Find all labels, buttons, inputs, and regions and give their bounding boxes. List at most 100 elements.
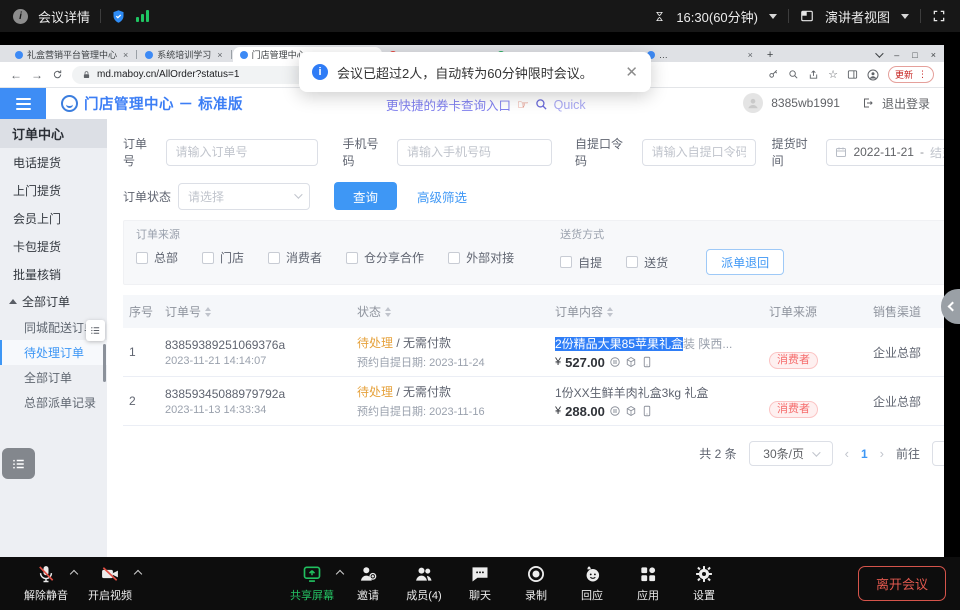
checkbox-source-warehouse-share[interactable]: 仓分享合作	[346, 249, 424, 266]
table-row[interactable]: 1 83859389251069376a 2023-11-21 14:14:07…	[123, 328, 944, 377]
prev-page-button[interactable]: ‹	[845, 446, 849, 461]
checkbox-self-pickup[interactable]: 自提	[560, 254, 602, 271]
browser-profile-icon[interactable]	[867, 69, 879, 81]
menu-dots-icon[interactable]: ⋮	[918, 69, 927, 80]
checkbox-delivery[interactable]: 送货	[626, 254, 668, 271]
tab-close-icon[interactable]: ×	[217, 50, 222, 60]
sidebar-item-phone-pickup[interactable]: 电话提货	[0, 148, 107, 176]
window-minimize-button[interactable]: –	[894, 50, 899, 60]
quick-search-icon[interactable]	[535, 98, 548, 111]
coupon-icon[interactable]	[609, 405, 621, 417]
table-row[interactable]: 2 83859345088979792a 2023-11-13 14:33:34…	[123, 377, 944, 426]
sort-icon[interactable]	[385, 307, 391, 317]
checkbox-source-store[interactable]: 门店	[202, 249, 244, 266]
sidebar-item-all-orders[interactable]: 全部订单	[0, 365, 107, 390]
phone-input[interactable]	[397, 139, 552, 166]
unmute-button[interactable]: 解除静音	[18, 564, 74, 603]
menu-hamburger-button[interactable]	[0, 88, 46, 119]
col-header-order-no[interactable]: 订单号	[159, 295, 351, 328]
sort-icon[interactable]	[205, 307, 211, 317]
view-mode-selector[interactable]: 演讲者视图	[825, 7, 890, 26]
sidebar-item-door-pickup[interactable]: 上门提货	[0, 176, 107, 204]
browser-tab-6[interactable]: … ×	[640, 47, 760, 62]
sidebar-group-all-orders[interactable]: 全部订单	[0, 288, 107, 315]
share-icon[interactable]	[808, 69, 819, 80]
tab-close-icon[interactable]: ×	[748, 50, 753, 60]
order-no-input[interactable]	[166, 139, 318, 166]
checkbox-icon[interactable]	[346, 252, 358, 264]
checkbox-icon[interactable]	[626, 256, 638, 268]
goto-page-input[interactable]	[932, 441, 944, 466]
sidebar-item-hq-dispatch-records[interactable]: 总部派单记录	[0, 390, 107, 415]
checkbox-source-external[interactable]: 外部对接	[448, 249, 514, 266]
view-caret-icon[interactable]	[901, 14, 909, 19]
sidebar-item-batch-verify[interactable]: 批量核销	[0, 260, 107, 288]
col-header-content[interactable]: 订单内容	[549, 295, 763, 328]
coupon-icon[interactable]	[609, 356, 621, 368]
checkbox-icon[interactable]	[268, 252, 280, 264]
meeting-details-button[interactable]: 会议详情	[38, 7, 90, 26]
window-maximize-button[interactable]: □	[912, 50, 917, 60]
chrome-update-button[interactable]: 更新⋮	[888, 66, 934, 83]
package-icon[interactable]	[625, 405, 637, 417]
bookmark-star-icon[interactable]: ☆	[828, 68, 838, 81]
search-button[interactable]: 查询	[334, 182, 397, 210]
page-size-select[interactable]: 30条/页	[749, 441, 833, 466]
invite-button[interactable]: 邀请	[340, 564, 396, 603]
settings-button[interactable]: 设置	[676, 564, 732, 603]
sort-icon[interactable]	[607, 307, 613, 317]
reload-icon[interactable]	[52, 69, 63, 80]
col-header-status[interactable]: 状态	[351, 295, 549, 328]
advanced-filter-link[interactable]: 高级筛选	[417, 187, 467, 206]
sidebar-menu-handle[interactable]	[86, 320, 105, 341]
current-page[interactable]: 1	[861, 447, 868, 461]
reactions-button[interactable]: 回应	[564, 564, 620, 603]
back-icon[interactable]: ←	[10, 69, 22, 81]
coupon-query-link[interactable]: 更快捷的券卡查询入口	[386, 95, 511, 114]
password-key-icon[interactable]	[768, 69, 779, 80]
quick-label[interactable]: Quick	[554, 98, 586, 112]
logout-button[interactable]: 退出登录	[882, 95, 930, 112]
checkbox-icon[interactable]	[448, 252, 460, 264]
start-video-button[interactable]: 开启视频	[82, 564, 138, 603]
leave-meeting-button[interactable]: 离开会议	[858, 566, 946, 601]
checkbox-icon[interactable]	[136, 252, 148, 264]
zoom-icon[interactable]	[788, 69, 799, 80]
share-screen-button[interactable]: 共享屏幕	[284, 564, 340, 603]
toast-close-icon[interactable]: ✕	[625, 63, 638, 81]
floating-list-button[interactable]	[2, 448, 35, 479]
window-close-button[interactable]: ×	[931, 50, 936, 60]
new-tab-button[interactable]: +	[767, 49, 773, 61]
side-panel-icon[interactable]	[847, 69, 858, 80]
browser-tab-2[interactable]: 系统培训学习 ×	[138, 47, 229, 62]
checkbox-source-consumer[interactable]: 消费者	[268, 249, 322, 266]
network-signal-icon[interactable]	[136, 10, 149, 22]
chat-button[interactable]: 聊天	[452, 564, 508, 603]
phone-icon[interactable]	[641, 356, 653, 368]
user-avatar[interactable]	[743, 93, 763, 113]
record-button[interactable]: 录制	[508, 564, 564, 603]
chevron-up-icon[interactable]	[134, 570, 142, 578]
sidebar-item-pending-orders[interactable]: 待处理订单	[0, 340, 107, 365]
checkbox-icon[interactable]	[202, 252, 214, 264]
apps-button[interactable]: 应用	[620, 564, 676, 603]
sidebar-item-card-pickup[interactable]: 卡包提货	[0, 232, 107, 260]
order-status-select[interactable]: 请选择	[178, 183, 310, 210]
forward-icon[interactable]: →	[31, 69, 43, 81]
fullscreen-icon[interactable]	[932, 9, 946, 23]
tab-search-icon[interactable]	[875, 49, 883, 57]
tab-close-icon[interactable]: ×	[123, 50, 128, 60]
dispatch-return-button[interactable]: 派单退回	[706, 249, 784, 275]
sidebar-item-member-visit[interactable]: 会员上门	[0, 204, 107, 232]
timer-caret-icon[interactable]	[769, 14, 777, 19]
checkbox-icon[interactable]	[560, 256, 572, 268]
browser-tab-1[interactable]: 礼盒营销平台管理中心 ×	[8, 47, 135, 62]
chevron-up-icon[interactable]	[70, 570, 78, 578]
pickup-code-input[interactable]	[642, 139, 756, 166]
shield-security-icon[interactable]	[111, 9, 126, 24]
next-page-button[interactable]: ›	[880, 446, 884, 461]
sidebar-scrollbar-thumb[interactable]	[103, 344, 106, 382]
checkbox-source-hq[interactable]: 总部	[136, 249, 178, 266]
members-button[interactable]: 成员(4)	[396, 564, 452, 603]
package-icon[interactable]	[625, 356, 637, 368]
